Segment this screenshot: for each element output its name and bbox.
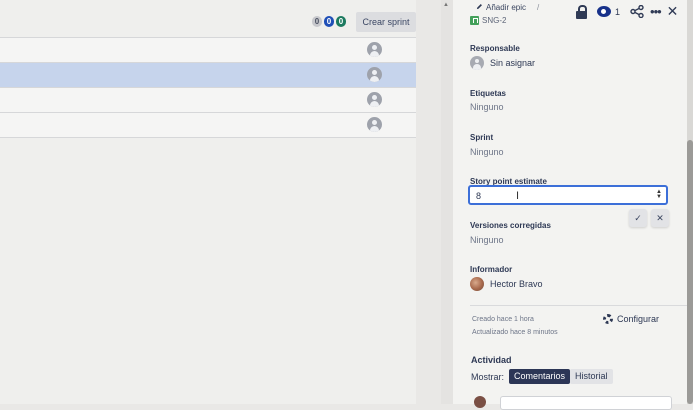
updated-timestamp: Actualizado hace 8 minutos bbox=[472, 329, 558, 336]
show-label: Mostrar: bbox=[471, 372, 505, 382]
issue-row[interactable] bbox=[0, 112, 416, 138]
panel-divider[interactable] bbox=[441, 0, 453, 404]
assignee-value: Sin asignar bbox=[490, 58, 536, 68]
reporter-label: Informador bbox=[470, 265, 513, 274]
configure-button[interactable]: Configurar bbox=[603, 314, 659, 324]
comment-input[interactable] bbox=[500, 396, 672, 410]
story-points-value: 8 bbox=[476, 191, 482, 201]
sprint-header bbox=[0, 8, 416, 38]
spinner-arrows-icon[interactable]: ▲ ▼ bbox=[656, 189, 662, 200]
story-icon bbox=[470, 16, 479, 25]
labels-value[interactable]: Ninguno bbox=[470, 102, 504, 112]
avatar bbox=[474, 396, 486, 408]
issue-row[interactable] bbox=[0, 87, 416, 112]
confirm-button[interactable]: ✓ bbox=[629, 209, 647, 227]
in-progress-count-badge: 0 bbox=[324, 16, 334, 27]
scroll-up-arrow-icon[interactable]: ▲ bbox=[443, 2, 449, 8]
story-points-input[interactable]: 8 I ▲ ▼ bbox=[468, 185, 668, 205]
activity-title: Actividad bbox=[471, 355, 512, 365]
avatar-icon[interactable] bbox=[367, 92, 382, 107]
reporter-field[interactable]: Hector Bravo bbox=[470, 277, 543, 291]
fix-versions-value[interactable]: Ninguno bbox=[470, 235, 504, 245]
add-epic-label: Añadir epic bbox=[486, 3, 527, 12]
configure-label: Configurar bbox=[617, 314, 660, 324]
sprint-label: Sprint bbox=[470, 133, 494, 142]
issue-key: SNG-2 bbox=[482, 16, 507, 25]
gear-icon bbox=[603, 314, 613, 324]
assignee-label: Responsable bbox=[470, 44, 520, 53]
cancel-icon: ✕ bbox=[656, 213, 664, 223]
lock-icon[interactable] bbox=[576, 5, 587, 19]
share-icon[interactable] bbox=[630, 5, 644, 18]
done-count-badge: 0 bbox=[336, 16, 346, 27]
fix-versions-label: Versiones corregidas bbox=[470, 221, 551, 230]
issue-count-badges: 0 0 0 bbox=[312, 16, 346, 27]
cancel-button[interactable]: ✕ bbox=[651, 209, 669, 227]
avatar-icon[interactable] bbox=[367, 117, 382, 132]
issue-rows bbox=[0, 37, 416, 138]
more-icon[interactable]: ••• bbox=[650, 5, 662, 18]
scrollbar-thumb[interactable] bbox=[687, 140, 693, 404]
issue-key-link[interactable]: SNG-2 bbox=[470, 16, 506, 25]
eye-icon[interactable] bbox=[597, 6, 611, 17]
issue-toolbar: 1 ••• ✕ bbox=[576, 4, 679, 19]
tab-comments[interactable]: Comentarios bbox=[509, 369, 571, 384]
labels-label: Etiquetas bbox=[470, 89, 507, 98]
issue-row-selected[interactable] bbox=[0, 62, 416, 87]
todo-count-badge: 0 bbox=[312, 16, 322, 27]
check-icon: ✓ bbox=[634, 213, 642, 223]
divider bbox=[470, 305, 688, 306]
backlog-panel: 0 0 0 Crear sprint bbox=[0, 0, 416, 404]
avatar-icon[interactable] bbox=[367, 67, 382, 82]
create-sprint-button[interactable]: Crear sprint bbox=[356, 12, 416, 32]
reporter-value: Hector Bravo bbox=[490, 279, 543, 289]
text-cursor-icon: I bbox=[516, 190, 520, 202]
close-icon[interactable]: ✕ bbox=[667, 4, 679, 18]
watchers-count[interactable]: 1 bbox=[615, 7, 620, 17]
sprint-value[interactable]: Ninguno bbox=[470, 147, 504, 157]
tab-history[interactable]: Historial bbox=[570, 369, 613, 384]
created-timestamp: Creado hace 1 hora bbox=[472, 316, 534, 323]
avatar-icon bbox=[470, 56, 484, 70]
add-epic-link[interactable]: Añadir epic bbox=[476, 3, 526, 12]
avatar bbox=[470, 277, 484, 291]
assignee-field[interactable]: Sin asignar bbox=[470, 56, 535, 70]
pencil-icon bbox=[476, 4, 482, 10]
avatar-icon[interactable] bbox=[367, 42, 382, 57]
breadcrumb-separator: / bbox=[537, 3, 540, 12]
issue-row[interactable] bbox=[0, 37, 416, 62]
